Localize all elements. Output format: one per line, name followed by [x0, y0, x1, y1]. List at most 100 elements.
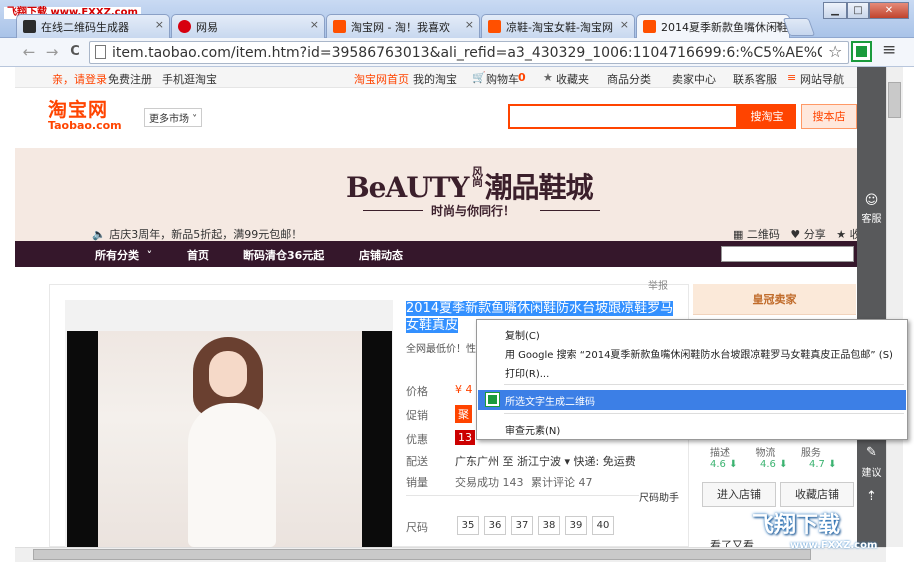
taobao-home-link[interactable]: 淘宝网首页	[354, 71, 409, 87]
vertical-scrollbar[interactable]	[886, 67, 903, 547]
service-score: 4.7 ⬇	[809, 459, 836, 470]
brand-small: 风尚	[470, 166, 484, 186]
site-nav-bar: 亲，请登录 免费注册 手机逛淘宝 淘宝网首页 我的淘宝 🛒 购物车 0 ★ 收藏…	[15, 67, 886, 88]
site-nav-link[interactable]: 网站导航	[800, 71, 844, 87]
seller-center-link[interactable]: 卖家中心	[672, 71, 716, 87]
shop-home-link[interactable]: 首页	[187, 247, 209, 263]
menu-icon[interactable]: ≡	[882, 40, 896, 60]
horizontal-scroll-thumb[interactable]	[33, 549, 811, 560]
product-photo[interactable]	[67, 331, 392, 547]
edit-icon[interactable]: ✎	[857, 446, 886, 459]
taobao-logo[interactable]: 淘宝网 Taobao.com	[48, 100, 122, 132]
size-option[interactable]: 39	[565, 516, 587, 535]
size-option[interactable]: 38	[538, 516, 560, 535]
service-link[interactable]: 客服	[857, 214, 886, 226]
down-arrow-icon: ⬇	[828, 459, 837, 470]
notice-text: 店庆3周年，新品5折起，满99元包邮！	[109, 228, 303, 241]
ship-value[interactable]: 广东广州 至 浙江宁波 ▾ 快递: 免运费	[455, 453, 636, 469]
tab-qr-generator[interactable]: 在线二维码生成器 ×	[16, 14, 170, 38]
brand-cn: 潮品鞋城	[484, 171, 593, 204]
qrcode-link[interactable]: 二维码	[747, 228, 780, 241]
tab-taobao-home[interactable]: 淘宝网 - 淘！我喜欢 ×	[326, 14, 480, 38]
taobao-icon	[488, 20, 501, 33]
search-input[interactable]	[508, 104, 738, 129]
back-button[interactable]: ←	[19, 43, 39, 61]
tab-163[interactable]: 网易 ×	[171, 14, 325, 38]
customer-service-link[interactable]: 联系客服	[733, 71, 777, 87]
more-markets-dropdown[interactable]: 更多市场 ˅	[144, 108, 203, 127]
star-icon[interactable]: ★	[836, 228, 846, 241]
tab-sandals[interactable]: 凉鞋-淘宝女鞋-淘宝网 ×	[481, 14, 635, 38]
size-option[interactable]: 37	[511, 516, 533, 535]
all-categories-link[interactable]: 所有分类 ˅	[95, 247, 152, 263]
mobile-link[interactable]: 手机逛淘宝	[162, 71, 217, 87]
heart-icon[interactable]: ♥	[790, 228, 800, 241]
report-link[interactable]: 举报	[648, 277, 668, 292]
minimize-button[interactable]: ▁	[823, 2, 847, 19]
price-label: 价格	[406, 385, 428, 398]
discount-tag[interactable]: 13	[455, 430, 475, 445]
close-tab-icon[interactable]: ×	[465, 18, 474, 31]
shop-nav: 所有分类 ˅ 首页 断码清仓36元起 店铺动态	[15, 241, 886, 267]
close-tab-icon[interactable]: ×	[155, 18, 164, 31]
search-taobao-button[interactable]: 搜淘宝	[738, 104, 796, 129]
logistics-score: 4.6 ⬇	[760, 459, 787, 470]
menu-item-copy[interactable]: 复制(C)	[478, 324, 906, 344]
close-tab-icon[interactable]: ×	[310, 18, 319, 31]
maximize-button[interactable]: □	[847, 2, 869, 19]
tab-label: 淘宝网 - 淘！我喜欢	[351, 21, 450, 34]
register-link[interactable]: 免费注册	[108, 71, 152, 87]
new-tab-button[interactable]	[782, 18, 816, 36]
enter-shop-button[interactable]: 进入店铺	[702, 482, 776, 507]
tab-strip: 飞翔下载 www.FXXZ.com 在线二维码生成器 × 网易 × 淘宝网 - …	[0, 0, 914, 39]
categories-link[interactable]: 商品分类	[607, 71, 651, 87]
tab-product-active[interactable]: 2014夏季新款鱼嘴休闲鞋 ×	[636, 14, 790, 39]
share-link[interactable]: 分享	[804, 228, 826, 241]
menu-item-print[interactable]: 打印(R)...	[478, 362, 906, 382]
reviews-value[interactable]: 累计评论 47	[531, 474, 593, 490]
size-helper-link[interactable]: 尺码助手	[639, 489, 679, 504]
brand-name: BeAUTY	[346, 171, 469, 204]
reload-button[interactable]: C	[65, 43, 85, 61]
shop-news-link[interactable]: 店铺动态	[359, 247, 403, 263]
qr-site-icon	[23, 20, 36, 33]
browser-toolbar: ← → C item.taobao.com/item.htm?id=395867…	[0, 38, 914, 67]
promo-tag[interactable]: 聚	[455, 405, 472, 423]
size-option[interactable]: 40	[592, 516, 614, 535]
shop-search-input[interactable]	[721, 246, 854, 262]
shop-scores: 描述 物流 服务	[710, 444, 821, 459]
cart-icon[interactable]: 🛒	[472, 71, 486, 84]
vertical-scroll-thumb[interactable]	[888, 82, 901, 118]
search-store-button[interactable]: 搜本店	[801, 104, 857, 129]
url-text: item.taobao.com/item.htm?id=39586763013&…	[112, 45, 822, 61]
menu-item-generate-qr[interactable]: 所选文字生成二维码	[478, 390, 906, 410]
desc-score: 4.6 ⬇	[710, 459, 737, 470]
favorites-link[interactable]: 收藏夹	[556, 71, 589, 87]
tab-label: 网易	[196, 21, 218, 34]
cart-link[interactable]: 购物车	[486, 71, 519, 87]
close-tab-icon[interactable]: ×	[620, 18, 629, 31]
address-bar[interactable]: item.taobao.com/item.htm?id=39586763013&…	[89, 41, 849, 64]
service-score-value: 4.7	[809, 459, 825, 470]
cart-count: 0	[518, 71, 526, 84]
qr-extension-icon[interactable]	[851, 41, 872, 62]
sales-value: 交易成功 143	[455, 476, 524, 489]
bookmark-star-icon[interactable]: ☆	[828, 42, 842, 61]
size-option[interactable]: 35	[457, 516, 479, 535]
qrcode-icon[interactable]: ▦	[733, 228, 743, 241]
close-window-button[interactable]: ✕	[869, 2, 909, 19]
slogan-line-left	[363, 210, 423, 211]
menu-item-inspect[interactable]: 审查元素(N)	[478, 419, 906, 439]
size-option[interactable]: 36	[484, 516, 506, 535]
menu-item-google-search[interactable]: 用 Google 搜索 “2014夏季新款鱼嘴休闲鞋防水台坡跟凉鞋罗马女鞋真皮正…	[478, 343, 906, 363]
ship-label: 配送	[406, 455, 428, 468]
login-link[interactable]: 亲，请登录	[52, 71, 107, 87]
back-to-top-icon[interactable]: ⇡	[857, 490, 886, 503]
suggest-link[interactable]: 建议	[857, 468, 886, 480]
service-icon[interactable]: ☺	[857, 194, 886, 207]
clearance-link[interactable]: 断码清仓36元起	[243, 247, 324, 263]
more-markets-label: 更多市场	[149, 114, 189, 125]
fav-shop-button[interactable]: 收藏店铺	[780, 482, 854, 507]
forward-button[interactable]: →	[42, 43, 62, 61]
my-taobao-link[interactable]: 我的淘宝	[413, 71, 457, 87]
